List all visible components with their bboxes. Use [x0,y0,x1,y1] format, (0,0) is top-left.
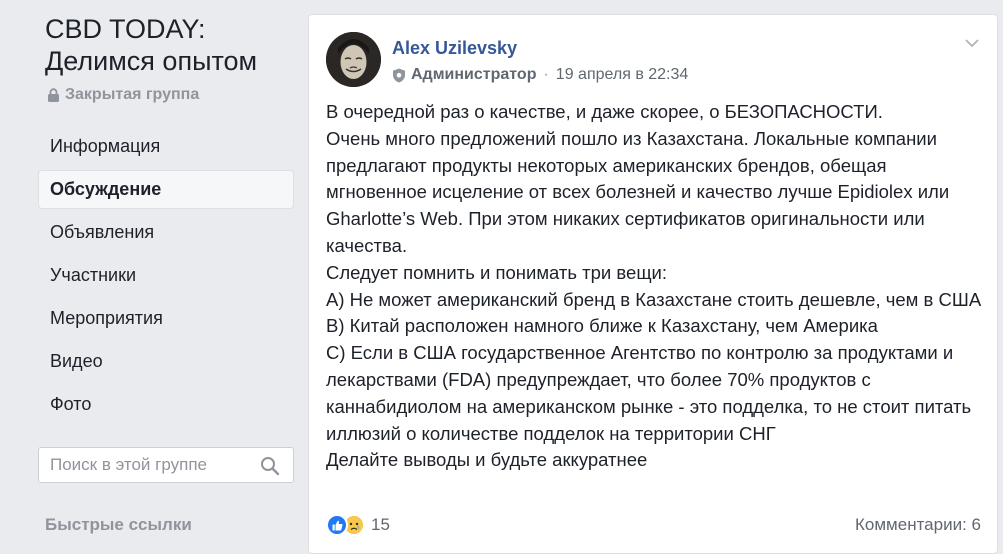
avatar-mask-image [326,32,381,87]
post-paragraph: А) Не может американский бренд в Казахст… [326,288,982,310]
author-avatar[interactable] [326,32,381,87]
post-meta: Администратор · 19 апреля в 22:34 [392,66,688,84]
nav-item-events[interactable]: Мероприятия [38,299,294,338]
comments-count-link[interactable]: Комментарии: 6 [855,515,981,535]
quick-links-heading: Быстрые ссылки [45,515,192,534]
nav-item-info[interactable]: Информация [38,127,294,166]
nav-item-photos[interactable]: Фото [38,385,294,424]
lock-icon [47,87,60,103]
nav-item-discussion[interactable]: Обсуждение [38,170,294,209]
reactions-count[interactable]: 15 [371,515,390,535]
post-body: В очередной раз о качестве, и даже скоре… [326,99,986,474]
privacy-label: Закрытая группа [65,86,200,103]
admin-badge-icon [392,68,406,83]
privacy-status: Закрытая группа [47,86,199,104]
group-title-line1[interactable]: CBD TODAY: [45,13,257,45]
chevron-down-icon[interactable] [965,35,979,53]
post-paragraph: В) Китай расположен намного ближе к Каза… [326,315,878,337]
group-title[interactable]: CBD TODAY: Делимся опытом [45,13,257,77]
post-paragraph: Делайте выводы и будьте аккуратнее [326,449,648,471]
post-paragraph: Очень много предложений пошло из Казахст… [326,127,950,256]
post-paragraph: С) Если в США государственное Агентство … [326,342,972,444]
post-paragraph: Следует помнить и понимать три вещи: [326,261,668,283]
left-sidebar: CBD TODAY: Делимся опытом Закрытая групп… [38,0,294,543]
nav-item-videos[interactable]: Видео [38,342,294,381]
nav-item-members[interactable]: Участники [38,256,294,295]
group-title-line2[interactable]: Делимся опытом [45,45,257,77]
group-nav: Информация Обсуждение Объявления Участни… [38,127,294,428]
like-reaction-icon [326,514,348,536]
nav-item-announcements[interactable]: Объявления [38,213,294,252]
author-role: Администратор [411,66,537,83]
group-search [38,447,294,483]
post-footer: 15 Комментарии: 6 [326,512,981,538]
group-search-input[interactable] [50,455,250,475]
reactions-summary[interactable]: 15 [326,514,390,536]
search-icon[interactable] [260,456,280,481]
post-timestamp[interactable]: 19 апреля в 22:34 [556,66,689,84]
post-paragraph: В очередной раз о качестве, и даже скоре… [326,101,883,122]
post-card: Alex Uzilevsky Администратор · 19 апреля… [308,14,998,554]
meta-separator: · [543,66,549,83]
author-name[interactable]: Alex Uzilevsky [392,38,517,59]
